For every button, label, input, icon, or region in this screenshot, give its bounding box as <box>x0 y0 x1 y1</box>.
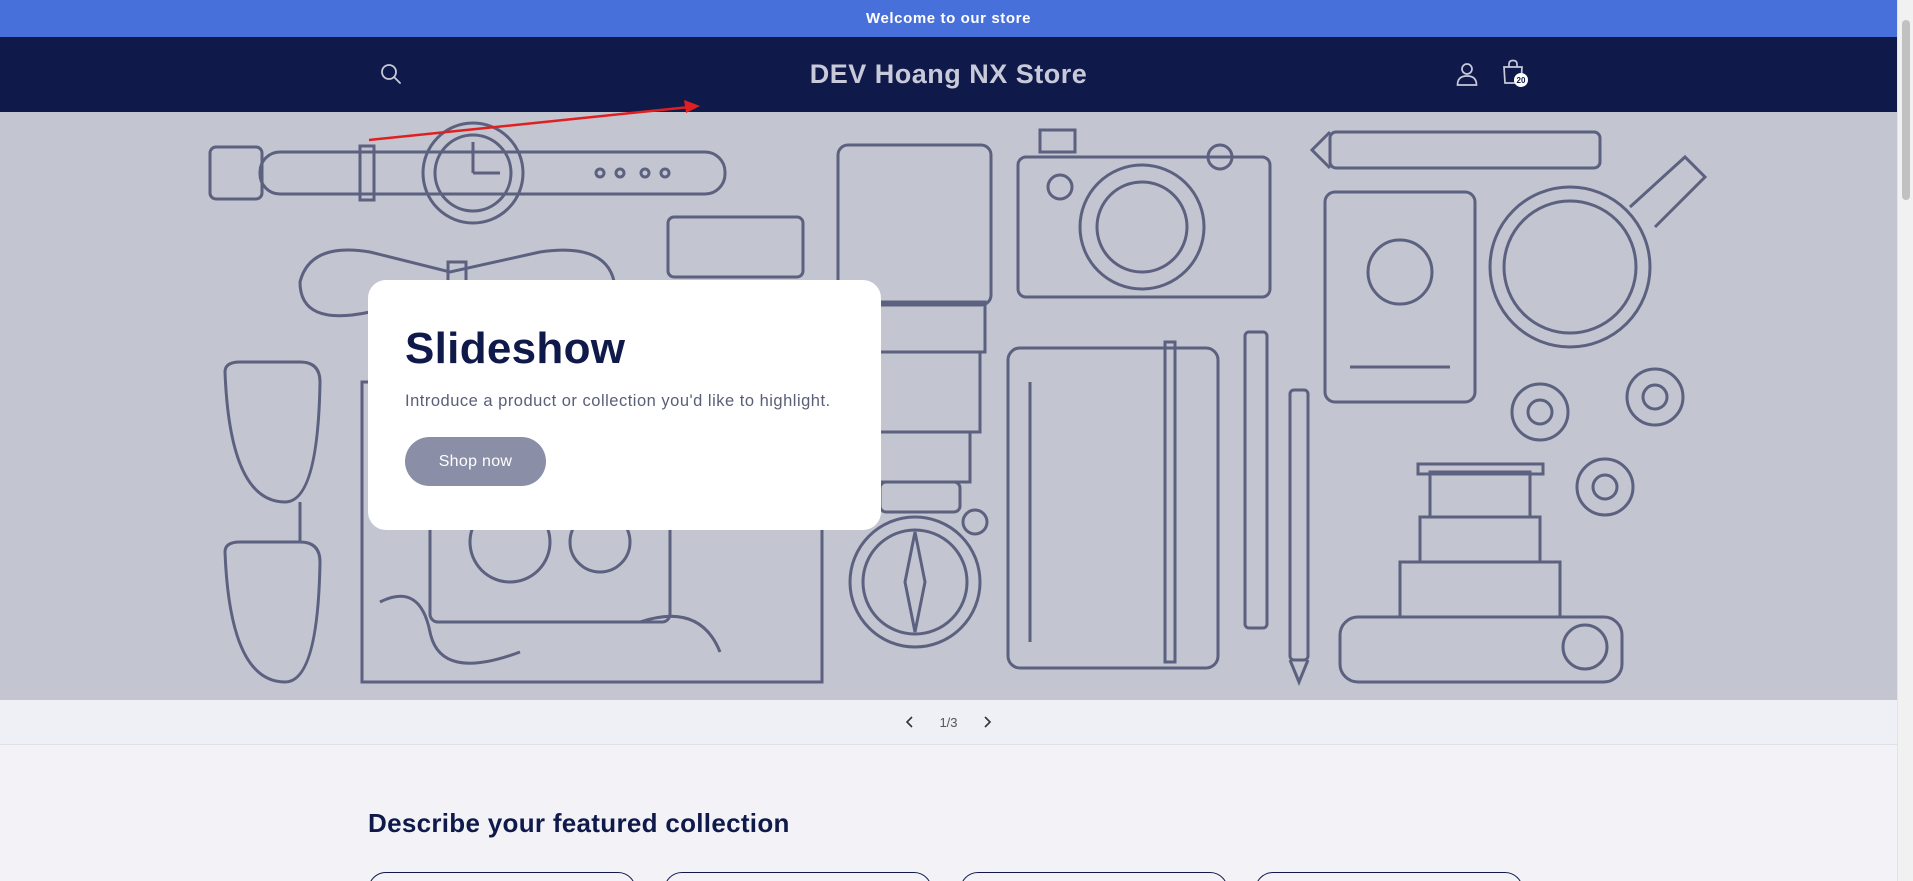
scrollbar-thumb[interactable] <box>1902 20 1910 200</box>
compass-illustration <box>848 508 989 649</box>
chevron-right-icon <box>983 716 991 728</box>
announcement-text: Welcome to our store <box>865 10 1032 27</box>
cart-button[interactable]: 20 <box>1498 57 1528 87</box>
product-card[interactable] <box>960 872 1228 881</box>
cart-count-badge: 20 <box>1514 73 1528 87</box>
product-card[interactable] <box>664 872 932 881</box>
magnifier-illustration <box>1488 154 1708 349</box>
slide-counter: 1/3 <box>939 714 958 730</box>
slideshow-card: Slideshow Introduce a product or collect… <box>368 280 881 530</box>
previous-slide-button[interactable] <box>895 707 925 737</box>
sunglasses-illustration <box>223 360 322 684</box>
tape-rolls-illustration <box>1510 367 1685 517</box>
slideshow-title: Slideshow <box>405 324 626 373</box>
user-icon <box>1456 63 1478 86</box>
pencil-illustration <box>1309 130 1602 170</box>
hero-slideshow: Slideshow Introduce a product or collect… <box>0 112 1897 700</box>
next-slide-button[interactable] <box>972 707 1002 737</box>
passport-illustration <box>1323 190 1477 404</box>
pen-illustration <box>1243 330 1310 686</box>
hero-line-art-image <box>208 121 1708 686</box>
shop-now-button[interactable]: Shop now <box>405 437 546 486</box>
page: Welcome to our store DEV Hoang NX Store … <box>0 0 1897 881</box>
notebook-illustration <box>1006 340 1220 670</box>
product-card[interactable] <box>368 872 636 881</box>
site-header: DEV Hoang NX Store 20 <box>0 37 1897 112</box>
page-scrollbar[interactable] <box>1897 0 1913 881</box>
slideshow-description: Introduce a product or collection you'd … <box>405 392 831 410</box>
account-button[interactable] <box>1452 59 1482 89</box>
product-card[interactable] <box>1255 872 1523 881</box>
store-logo[interactable]: DEV Hoang NX Store <box>0 37 1897 112</box>
slider-controls: 1/3 <box>0 700 1897 745</box>
store-name: DEV Hoang NX Store <box>809 59 1088 89</box>
announcement-bar: Welcome to our store <box>0 0 1897 37</box>
chevron-left-icon <box>906 716 914 728</box>
camera-illustration <box>1016 128 1272 299</box>
watch-illustration <box>208 121 727 225</box>
featured-collection-section: Describe your featured collection <box>0 746 1897 881</box>
featured-collection-heading: Describe your featured collection <box>368 808 790 838</box>
